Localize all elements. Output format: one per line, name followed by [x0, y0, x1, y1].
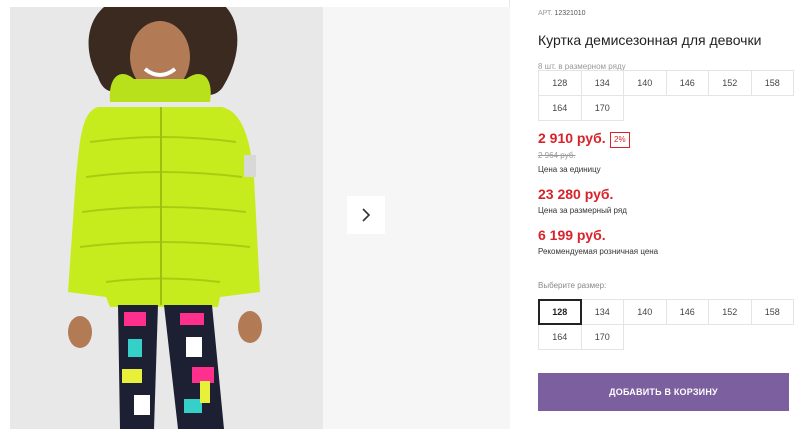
unit-price-label: Цена за единицу: [538, 165, 601, 174]
article-number: АРТ. 12321010: [538, 10, 586, 17]
discount-badge: 2%: [610, 132, 630, 148]
unit-price: 2 910 руб.: [538, 130, 606, 146]
size-row-grid: 128 134 140 146 152 158 164 170: [538, 70, 794, 121]
size-select-label: Выберите размер:: [538, 281, 607, 290]
size-option-170[interactable]: 170: [580, 324, 624, 350]
product-title: Куртка демисезонная для девочки: [538, 32, 762, 48]
size-option-134[interactable]: 134: [580, 299, 624, 325]
retail-price: 6 199 руб.: [538, 227, 606, 243]
product-photo[interactable]: [10, 7, 323, 429]
row-price: 23 280 руб.: [538, 186, 614, 202]
size-row-cell: 170: [580, 95, 624, 121]
size-option-140[interactable]: 140: [623, 299, 667, 325]
size-row-cell: 128: [538, 70, 582, 96]
size-row-cell: 134: [580, 70, 624, 96]
size-row-cell: 164: [538, 95, 582, 121]
article-label: АРТ.: [538, 10, 553, 17]
product-gallery: [0, 0, 510, 429]
add-to-cart-button[interactable]: ДОБАВИТЬ В КОРЗИНУ: [538, 373, 789, 411]
size-row-cell: 158: [750, 70, 794, 96]
article-value: 12321010: [554, 10, 586, 17]
size-selector: 128 134 140 146 152 158 164 170: [538, 299, 794, 350]
size-row-cell: 140: [623, 70, 667, 96]
gallery-next-button[interactable]: [347, 196, 385, 234]
chevron-right-icon: [362, 208, 371, 222]
product-photo-illustration: [10, 7, 323, 429]
size-option-158[interactable]: 158: [750, 299, 794, 325]
size-option-152[interactable]: 152: [708, 299, 752, 325]
size-option-164[interactable]: 164: [538, 324, 582, 350]
size-row-cell: 146: [665, 70, 709, 96]
size-option-146[interactable]: 146: [665, 299, 709, 325]
size-option-128[interactable]: 128: [538, 299, 582, 325]
row-price-label: Цена за размерный ряд: [538, 206, 627, 215]
size-row-cell: 152: [708, 70, 752, 96]
retail-price-label: Рекомендуемая розничная цена: [538, 247, 659, 256]
old-price: 2 964 руб.: [538, 151, 576, 160]
